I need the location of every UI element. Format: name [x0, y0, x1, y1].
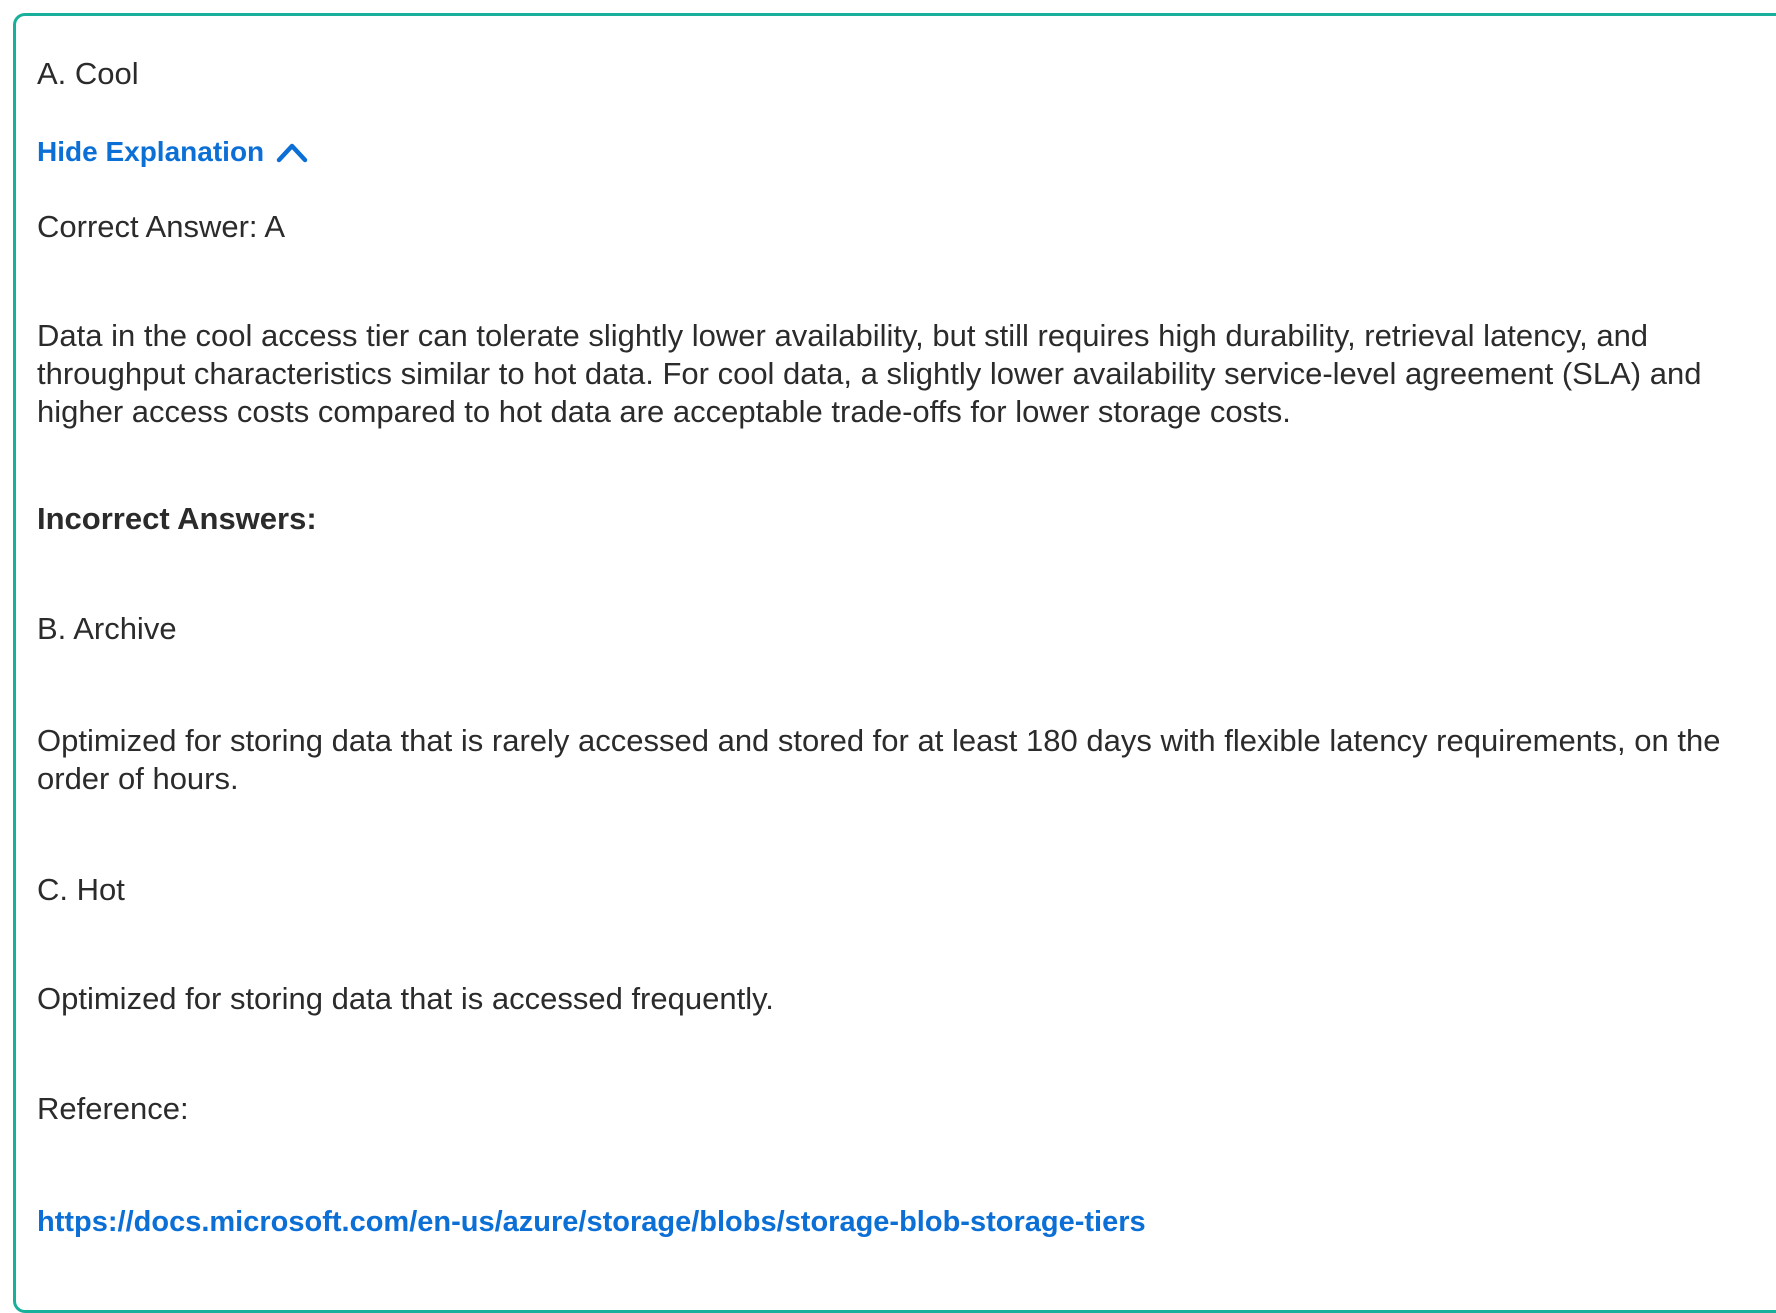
reference-label: Reference: — [37, 1091, 189, 1126]
reference-link[interactable]: https://docs.microsoft.com/en-us/azure/s… — [37, 1203, 1146, 1241]
chevron-up-icon — [276, 143, 308, 163]
hide-explanation-toggle[interactable]: Hide Explanation — [37, 133, 308, 171]
incorrect-option-archive: B. Archive — [37, 611, 177, 646]
archive-explanation: Optimized for storing data that is rarel… — [37, 723, 1721, 796]
correct-answer-line: Correct Answer: A — [37, 209, 286, 244]
correct-answer-explanation: Data in the cool access tier can tolerat… — [37, 318, 1702, 429]
hide-explanation-label: Hide Explanation — [37, 136, 265, 167]
incorrect-option-hot: C. Hot — [37, 872, 125, 907]
hot-explanation: Optimized for storing data that is acces… — [37, 981, 774, 1016]
incorrect-answers-heading: Incorrect Answers: — [37, 501, 317, 536]
selected-answer-option: A. Cool — [37, 56, 139, 91]
